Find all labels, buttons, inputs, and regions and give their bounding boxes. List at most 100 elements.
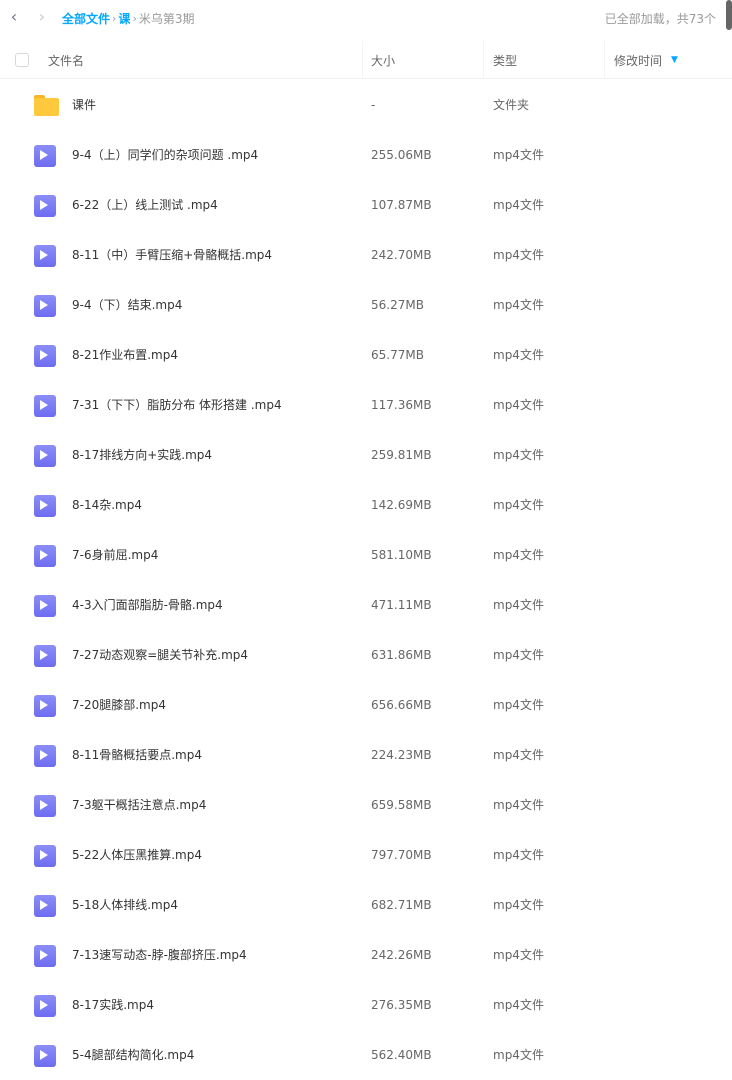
chevron-right-icon[interactable]: › bbox=[36, 9, 48, 25]
file-name[interactable]: 7-20腿膝部.mp4 bbox=[72, 697, 166, 713]
select-all-cell bbox=[15, 41, 29, 79]
file-name[interactable]: 7-27动态观察=腿关节补充.mp4 bbox=[72, 647, 248, 663]
file-type: mp4文件 bbox=[493, 698, 544, 712]
file-row[interactable]: 8-21作业布置.mp4 65.77MB mp4文件 bbox=[0, 330, 732, 380]
file-name[interactable]: 9-4（下）结束.mp4 bbox=[72, 297, 182, 313]
file-name[interactable]: 5-22人体压黑推算.mp4 bbox=[72, 847, 202, 863]
file-row[interactable]: 8-17排线方向+实践.mp4 259.81MB mp4文件 bbox=[0, 430, 732, 480]
file-row[interactable]: 6-22（上）线上测试 .mp4 107.87MB mp4文件 bbox=[0, 180, 732, 230]
file-size: 276.35MB bbox=[371, 998, 432, 1012]
video-file-icon bbox=[34, 245, 56, 267]
file-type: mp4文件 bbox=[493, 748, 544, 762]
column-divider[interactable] bbox=[362, 41, 363, 79]
chevron-left-icon[interactable]: ‹ bbox=[8, 9, 20, 25]
file-row[interactable]: 7-13速写动态-脖-腹部挤压.mp4 242.26MB mp4文件 bbox=[0, 930, 732, 980]
file-name[interactable]: 4-3入门面部脂肪-骨骼.mp4 bbox=[72, 597, 223, 613]
file-row[interactable]: 8-11（中）手臂压缩+骨骼概括.mp4 242.70MB mp4文件 bbox=[0, 230, 732, 280]
file-row[interactable]: 5-22人体压黑推算.mp4 797.70MB mp4文件 bbox=[0, 830, 732, 880]
file-row[interactable]: 5-4腿部结构简化.mp4 562.40MB mp4文件 bbox=[0, 1030, 732, 1080]
video-file-icon bbox=[34, 695, 56, 717]
file-list: 课件 - 文件夹 9-4（上）同学们的杂项问题 .mp4 255.06MB mp4文件 6-… bbox=[0, 80, 732, 1080]
breadcrumb-root[interactable]: 全部文件 bbox=[62, 10, 110, 27]
file-name[interactable]: 7-31（下下）脂肪分布 体形搭建 .mp4 bbox=[72, 397, 282, 413]
file-row[interactable]: 7-3躯干概括注意点.mp4 659.58MB mp4文件 bbox=[0, 780, 732, 830]
file-row[interactable]: 7-6身前屈.mp4 581.10MB mp4文件 bbox=[0, 530, 732, 580]
column-size[interactable]: 大小 bbox=[371, 41, 395, 79]
file-name[interactable]: 8-11骨骼概括要点.mp4 bbox=[72, 747, 202, 763]
breadcrumb-separator: › bbox=[132, 11, 137, 25]
file-size: 259.81MB bbox=[371, 448, 432, 462]
file-row[interactable]: 课件 - 文件夹 bbox=[0, 80, 732, 130]
column-modified-label: 修改时间 bbox=[614, 53, 663, 68]
file-type: mp4文件 bbox=[493, 848, 544, 862]
file-size: 65.77MB bbox=[371, 348, 424, 362]
video-file-icon bbox=[34, 395, 56, 417]
file-name[interactable]: 7-13速写动态-脖-腹部挤压.mp4 bbox=[72, 947, 247, 963]
file-size: 142.69MB bbox=[371, 498, 432, 512]
breadcrumb-current: 米乌第3期 bbox=[138, 11, 195, 26]
file-name[interactable]: 7-3躯干概括注意点.mp4 bbox=[72, 797, 206, 813]
video-file-icon bbox=[34, 545, 56, 567]
file-name[interactable]: 8-11（中）手臂压缩+骨骼概括.mp4 bbox=[72, 247, 272, 263]
video-file-icon bbox=[34, 845, 56, 867]
column-type[interactable]: 类型 bbox=[493, 41, 517, 79]
file-type: mp4文件 bbox=[493, 498, 544, 512]
file-row[interactable]: 8-14杂.mp4 142.69MB mp4文件 bbox=[0, 480, 732, 530]
file-row[interactable]: 7-31（下下）脂肪分布 体形搭建 .mp4 117.36MB mp4文件 bbox=[0, 380, 732, 430]
file-size: 631.86MB bbox=[371, 648, 432, 662]
file-name[interactable]: 5-4腿部结构简化.mp4 bbox=[72, 1047, 194, 1063]
file-name[interactable]: 9-4（上）同学们的杂项问题 .mp4 bbox=[72, 147, 258, 163]
file-size: 562.40MB bbox=[371, 1048, 432, 1062]
video-file-icon bbox=[34, 745, 56, 767]
file-type: mp4文件 bbox=[493, 448, 544, 462]
column-divider[interactable] bbox=[604, 41, 605, 79]
file-size: 56.27MB bbox=[371, 298, 424, 312]
file-name[interactable]: 7-6身前屈.mp4 bbox=[72, 547, 158, 563]
scrollbar[interactable] bbox=[726, 0, 732, 30]
file-size: - bbox=[371, 98, 376, 112]
video-file-icon bbox=[34, 995, 56, 1017]
file-name[interactable]: 课件 bbox=[72, 97, 96, 113]
file-row[interactable]: 8-17实践.mp4 276.35MB mp4文件 bbox=[0, 980, 732, 1030]
video-file-icon bbox=[34, 295, 56, 317]
file-size: 242.70MB bbox=[371, 248, 432, 262]
file-type: mp4文件 bbox=[493, 898, 544, 912]
file-name[interactable]: 5-18人体排线.mp4 bbox=[72, 897, 178, 913]
video-file-icon bbox=[34, 895, 56, 917]
file-type: 文件夹 bbox=[493, 98, 530, 112]
file-name[interactable]: 6-22（上）线上测试 .mp4 bbox=[72, 197, 218, 213]
sort-down-icon[interactable]: ▼ bbox=[671, 55, 678, 65]
file-row[interactable]: 5-18人体排线.mp4 682.71MB mp4文件 bbox=[0, 880, 732, 930]
column-modified[interactable]: 修改时间 ▼ bbox=[614, 41, 678, 79]
column-divider[interactable] bbox=[483, 41, 484, 79]
file-row[interactable]: 9-4（下）结束.mp4 56.27MB mp4文件 bbox=[0, 280, 732, 330]
file-type: mp4文件 bbox=[493, 948, 544, 962]
column-name[interactable]: 文件名 bbox=[48, 41, 84, 79]
file-size: 224.23MB bbox=[371, 748, 432, 762]
top-bar: ‹ › 全部文件 › 课 › 米乌第3期 已全部加载，共73个 bbox=[0, 0, 732, 36]
breadcrumb: 全部文件 › 课 › 米乌第3期 bbox=[62, 10, 194, 26]
file-type: mp4文件 bbox=[493, 398, 544, 412]
file-row[interactable]: 4-3入门面部脂肪-骨骼.mp4 471.11MB mp4文件 bbox=[0, 580, 732, 630]
video-file-icon bbox=[34, 195, 56, 217]
file-name[interactable]: 8-21作业布置.mp4 bbox=[72, 347, 178, 363]
video-file-icon bbox=[34, 795, 56, 817]
file-name[interactable]: 8-17实践.mp4 bbox=[72, 997, 154, 1013]
file-size: 242.26MB bbox=[371, 948, 432, 962]
file-type: mp4文件 bbox=[493, 1048, 544, 1062]
file-row[interactable]: 7-20腿膝部.mp4 656.66MB mp4文件 bbox=[0, 680, 732, 730]
file-size: 117.36MB bbox=[371, 398, 432, 412]
file-size: 682.71MB bbox=[371, 898, 432, 912]
file-type: mp4文件 bbox=[493, 998, 544, 1012]
file-row[interactable]: 7-27动态观察=腿关节补充.mp4 631.86MB mp4文件 bbox=[0, 630, 732, 680]
file-row[interactable]: 8-11骨骼概括要点.mp4 224.23MB mp4文件 bbox=[0, 730, 732, 780]
file-row[interactable]: 9-4（上）同学们的杂项问题 .mp4 255.06MB mp4文件 bbox=[0, 130, 732, 180]
file-size: 471.11MB bbox=[371, 598, 432, 612]
select-all-checkbox[interactable] bbox=[15, 53, 29, 67]
file-name[interactable]: 8-17排线方向+实践.mp4 bbox=[72, 447, 212, 463]
file-size: 797.70MB bbox=[371, 848, 432, 862]
breadcrumb-folder[interactable]: 课 bbox=[118, 10, 130, 27]
file-name[interactable]: 8-14杂.mp4 bbox=[72, 497, 142, 513]
file-size: 659.58MB bbox=[371, 798, 432, 812]
file-size: 107.87MB bbox=[371, 198, 432, 212]
